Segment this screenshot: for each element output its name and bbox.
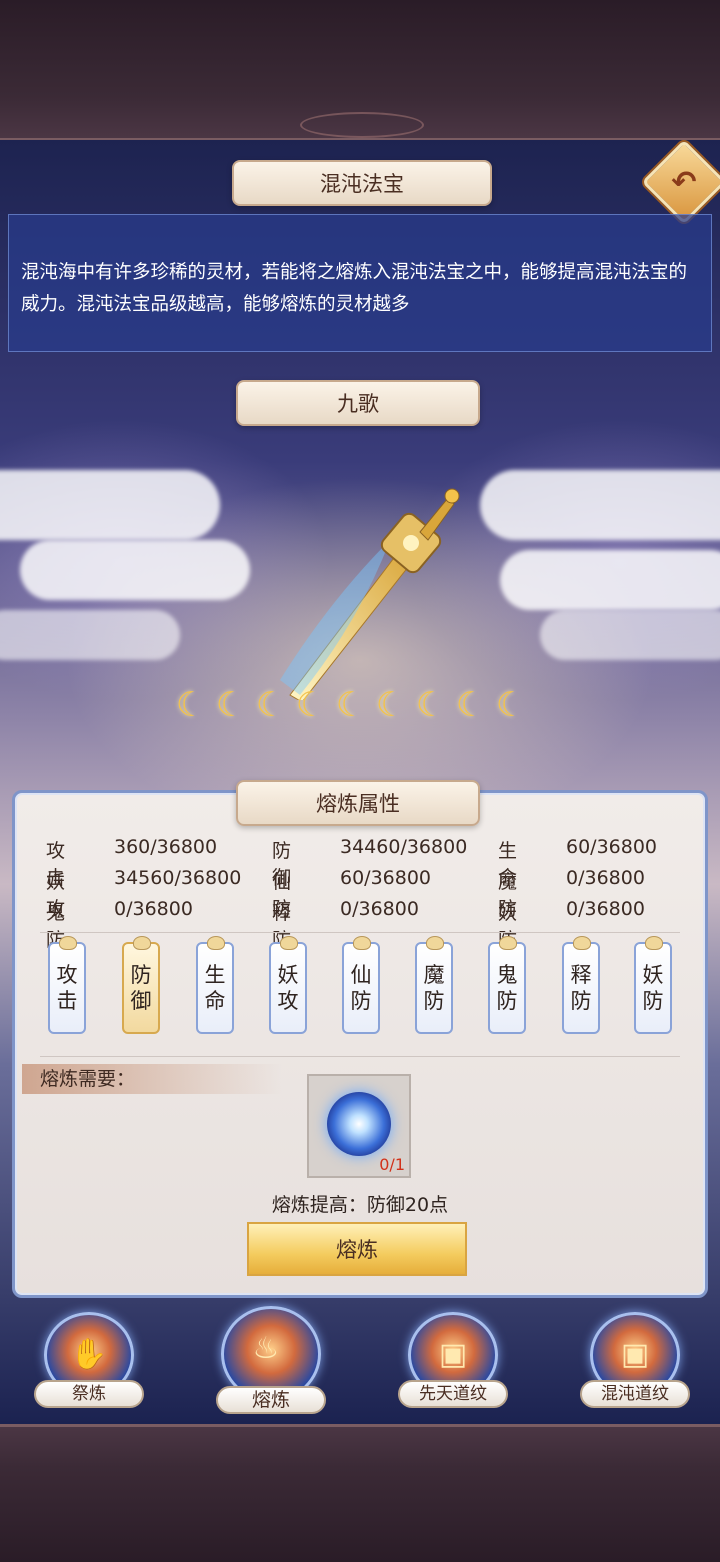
tab-label: 御 (130, 989, 152, 1013)
tab-label: 魔 (423, 963, 445, 987)
smelt-button-label: 熔炼 (336, 1238, 378, 1262)
material-count: 0/1 (379, 1155, 405, 1174)
sword-icon (280, 488, 460, 700)
tab-label: 防 (642, 989, 664, 1013)
crescent-moon-icon: ☾ (415, 685, 447, 725)
tab-label: 命 (204, 989, 226, 1013)
treasure-name: 九歌 (337, 392, 379, 416)
nav-chaos-rune-button[interactable]: ▣ 混沌道纹 (580, 1312, 690, 1422)
tab-label: 鬼 (496, 963, 518, 987)
attributes-title: 熔炼属性 (316, 792, 400, 816)
cloud (540, 610, 720, 660)
bottom-frame (0, 1424, 720, 1562)
tab-cap-icon (426, 936, 444, 950)
attribute-row: 攻击 360/36800 防御 34460/36800 生命 60/36800 (46, 836, 686, 889)
crescent-moon-icon: ☾ (455, 685, 487, 725)
tab-label: 防 (350, 989, 372, 1013)
divider (40, 1056, 680, 1057)
tab-ghost-defense[interactable]: 鬼 防 (488, 936, 526, 1034)
treasure-name-banner: 九歌 (236, 380, 480, 426)
attribute-value: 0/36800 (340, 898, 419, 920)
tab-devil-defense[interactable]: 魔 防 (415, 936, 453, 1034)
material-slot[interactable]: 0/1 (307, 1074, 411, 1178)
crescent-moon-icon: ☾ (215, 685, 247, 725)
tab-buddha-defense[interactable]: 释 防 (562, 936, 600, 1034)
requirement-label: 熔炼需要： (22, 1064, 282, 1094)
attribute-value: 360/36800 (114, 836, 218, 858)
nav-innate-rune-button[interactable]: ▣ 先天道纹 (398, 1312, 508, 1422)
attribute-value: 60/36800 (566, 836, 658, 858)
tab-cap-icon (573, 936, 591, 950)
attribute-value: 34460/36800 (340, 836, 468, 858)
tab-label: 妖 (642, 963, 664, 987)
tab-label: 防 (496, 989, 518, 1013)
tab-cap-icon (207, 936, 225, 950)
tab-cap-icon (645, 936, 663, 950)
cloud (480, 470, 720, 540)
tab-label: 释 (570, 963, 592, 987)
cloud (0, 470, 220, 540)
tab-label: 防 (423, 989, 445, 1013)
nav-refine-button[interactable]: ✋ 祭炼 (34, 1312, 144, 1422)
crescent-moon-icon: ☾ (375, 685, 407, 725)
crescent-moon-icon: ☾ (255, 685, 287, 725)
nav-label: 先天道纹 (398, 1380, 508, 1408)
top-frame (0, 0, 720, 141)
blue-spirit-orb-icon (327, 1092, 391, 1156)
tab-label: 防 (130, 963, 152, 987)
cloud (500, 550, 720, 610)
tab-label: 妖 (277, 963, 299, 987)
attribute-value: 0/36800 (566, 867, 645, 889)
tab-defense[interactable]: 防 御 (122, 936, 160, 1034)
tab-cap-icon (133, 936, 151, 950)
star-rating: ☾ ☾ ☾ ☾ ☾ ☾ ☾ ☾ ☾ (172, 686, 542, 726)
cloud (0, 610, 180, 660)
description-text: 混沌海中有许多珍稀的灵材，若能将之熔炼入混沌法宝之中，能够提高混沌法宝的威力。混… (21, 262, 688, 315)
crescent-moon-icon: ☾ (295, 685, 327, 725)
tab-demon-defense[interactable]: 妖 防 (634, 936, 672, 1034)
attribute-tabs: 攻 击 防 御 生 命 妖 攻 仙 防 魔 防 鬼 防 释 防 妖 防 (48, 936, 688, 1038)
tab-label: 攻 (56, 963, 78, 987)
tab-label: 生 (204, 963, 226, 987)
back-arrow-icon: ↶ (671, 164, 697, 200)
crescent-moon-icon: ☾ (175, 685, 207, 725)
crescent-moon-icon: ☾ (335, 685, 367, 725)
page-title: 混沌法宝 (320, 172, 404, 196)
top-ornament (300, 112, 424, 138)
attribute-value: 34560/36800 (114, 867, 242, 889)
attribute-value: 0/36800 (114, 898, 193, 920)
attribute-value: 60/36800 (340, 867, 432, 889)
description-box: 混沌海中有许多珍稀的灵材，若能将之熔炼入混沌法宝之中，能够提高混沌法宝的威力。混… (8, 214, 712, 352)
tab-label: 防 (570, 989, 592, 1013)
attribute-row: 妖攻 34560/36800 仙防 60/36800 魔防 0/36800 (46, 867, 686, 920)
attribute-row: 鬼防 0/36800 释防 0/36800 妖防 0/36800 (46, 898, 686, 951)
tab-label: 仙 (350, 963, 372, 987)
tab-cap-icon (353, 936, 371, 950)
tab-label: 击 (56, 989, 78, 1013)
attribute-value: 0/36800 (566, 898, 645, 920)
divider (40, 932, 680, 933)
nav-smelt-button[interactable]: ♨ 熔炼 (216, 1306, 326, 1422)
nav-label: 祭炼 (34, 1380, 144, 1408)
gain-text: 熔炼提高：防御20点 (271, 1194, 449, 1216)
nav-label: 熔炼 (216, 1386, 326, 1414)
tab-life[interactable]: 生 命 (196, 936, 234, 1034)
smelt-button[interactable]: 熔炼 (247, 1222, 467, 1276)
tab-demon-attack[interactable]: 妖 攻 (269, 936, 307, 1034)
tab-cap-icon (280, 936, 298, 950)
tab-immortal-defense[interactable]: 仙 防 (342, 936, 380, 1034)
crescent-moon-icon: ☾ (495, 685, 527, 725)
nav-label: 混沌道纹 (580, 1380, 690, 1408)
tab-cap-icon (59, 936, 77, 950)
attributes-title-banner: 熔炼属性 (236, 780, 480, 826)
tab-cap-icon (499, 936, 517, 950)
cloud (20, 540, 250, 600)
page-title-banner: 混沌法宝 (232, 160, 492, 206)
tab-label: 攻 (277, 989, 299, 1013)
tab-attack[interactable]: 攻 击 (48, 936, 86, 1034)
